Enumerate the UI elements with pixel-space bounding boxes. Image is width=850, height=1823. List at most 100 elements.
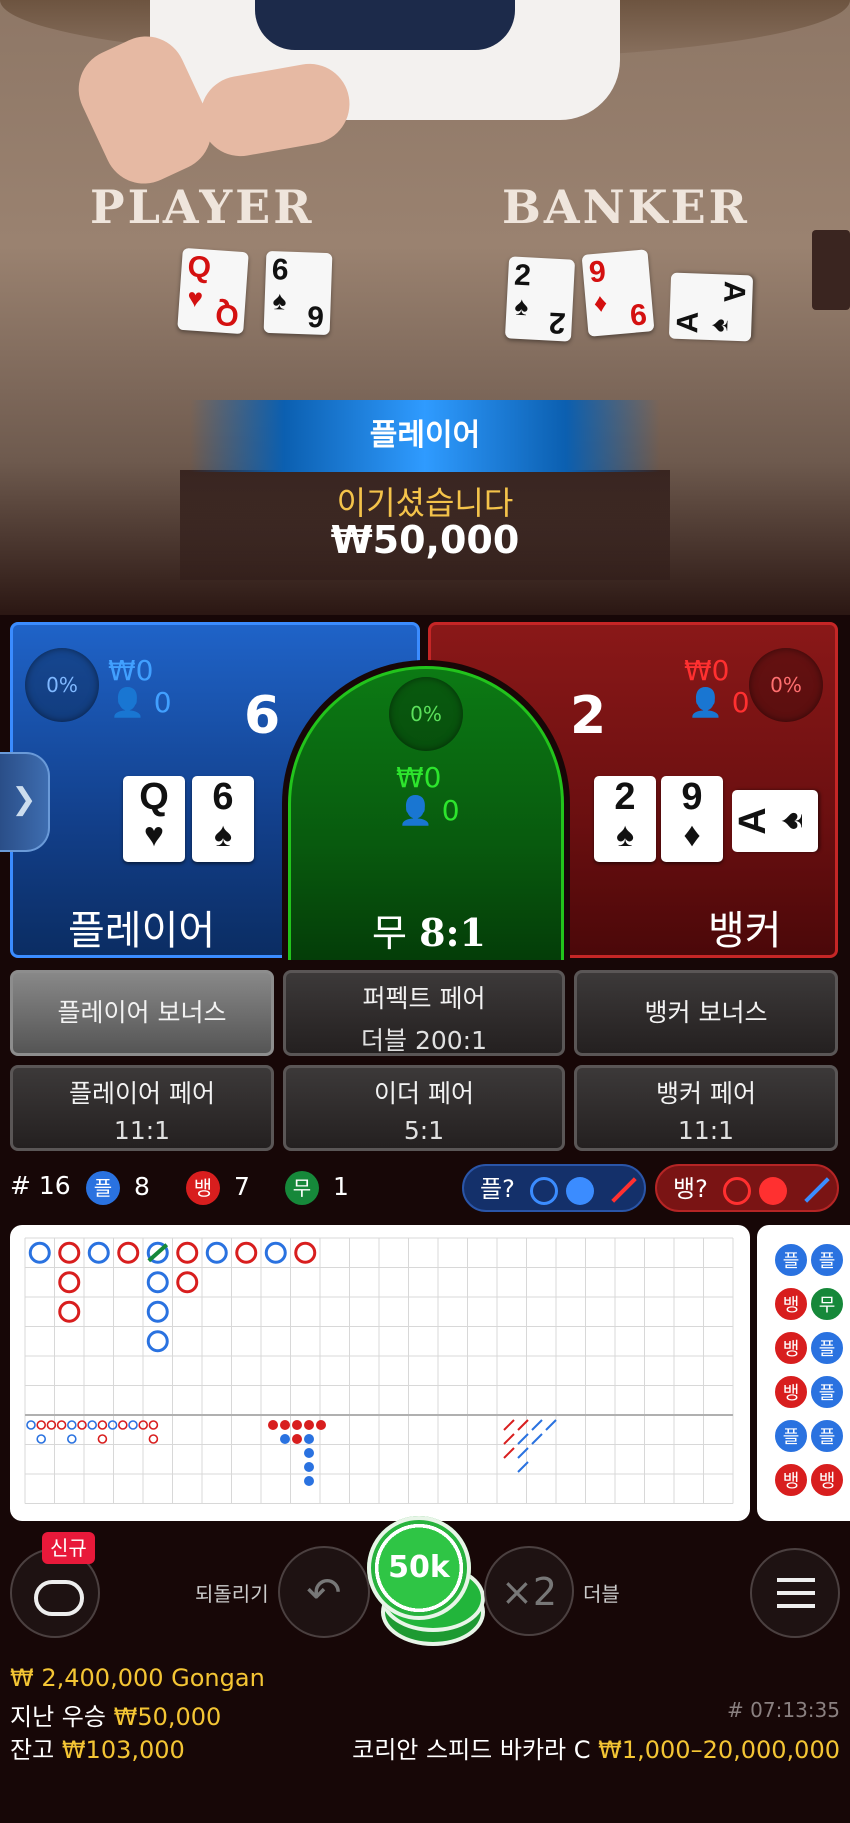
banker-pair-label: 뱅커 페어 <box>656 1079 756 1108</box>
selected-chip[interactable]: 50k <box>367 1516 471 1620</box>
card-face-text: 9 <box>587 255 608 290</box>
player-ask-button[interactable]: 플? <box>462 1164 646 1212</box>
chip-value: 50k <box>388 1550 450 1585</box>
player-pair-label: 플레이어 페어 <box>69 1079 215 1108</box>
big-road-mark <box>117 1241 140 1264</box>
big-eye-mark <box>97 1434 108 1444</box>
card-face-text: Q <box>186 250 213 285</box>
small-road-mark <box>304 1476 314 1486</box>
banker-bettors: 👤 0 <box>688 687 750 719</box>
player-count: 8 <box>133 1172 150 1201</box>
card-face-text: ♥ <box>186 282 204 314</box>
small-road-mark <box>316 1420 326 1430</box>
person-icon: 👤 <box>110 686 145 719</box>
blue-slash-icon <box>804 1177 830 1203</box>
big-eye-mark <box>148 1420 159 1430</box>
big-eye-mark <box>56 1420 67 1430</box>
card-rank: 6 <box>212 776 234 818</box>
big-road-mark <box>235 1241 258 1264</box>
player-bonus-label: 플레이어 보너스 <box>57 998 227 1027</box>
perfect-pair-button[interactable]: 퍼펙트 페어 더블 200:1 <box>283 970 565 1056</box>
person-icon: 👤 <box>398 794 433 827</box>
undo-label: 되돌리기 <box>195 1582 269 1606</box>
banker-pair-odds: 11:1 <box>677 1116 735 1145</box>
banker-bonus-label: 뱅커 보너스 <box>644 998 768 1027</box>
lobby-icon <box>34 1580 84 1616</box>
card-face-text: A <box>671 310 705 334</box>
double-icon: ×2 <box>500 1570 558 1614</box>
cockroach-mark <box>545 1419 557 1431</box>
card-face-text: 2 <box>513 258 532 293</box>
banker-card: 2 ♠ <box>594 776 656 862</box>
double-label: 더블 <box>583 1582 620 1606</box>
big-road-mark <box>58 1300 81 1323</box>
either-pair-button[interactable]: 이더 페어 5:1 <box>283 1065 565 1151</box>
round-id: # 07:13:35 <box>727 1698 840 1722</box>
cockroach-mark <box>503 1419 515 1431</box>
player-ask-label: 플? <box>480 1175 515 1203</box>
player-area-label: 플레이어 <box>68 908 216 954</box>
bead-label: 플 <box>819 1251 836 1272</box>
dealer-vest <box>255 0 515 50</box>
bead-label: 뱅 <box>783 1471 800 1492</box>
cockroach-mark <box>503 1447 515 1459</box>
bead-label: 뱅 <box>783 1295 800 1316</box>
expand-panel-button[interactable]: ❯ <box>0 752 50 852</box>
red-slash-icon <box>611 1177 637 1203</box>
player-bonus-button[interactable]: 플레이어 보너스 <box>10 970 274 1056</box>
banker-card: 9 ♦ <box>661 776 723 862</box>
undo-icon: ↶ <box>306 1568 342 1617</box>
banker-ask-button[interactable]: 뱅? <box>655 1164 839 1212</box>
last-win: 지난 우승 ₩50,000 <box>10 1697 221 1732</box>
big-road-mark <box>58 1241 81 1264</box>
cockroach-mark <box>531 1419 543 1431</box>
bead-road[interactable]: 플뱅뱅뱅플뱅플무플플플뱅 <box>757 1225 850 1521</box>
card-shoe <box>812 230 850 310</box>
card-face-text: 6 <box>271 253 290 287</box>
menu-button[interactable] <box>750 1548 840 1638</box>
big-road-mark <box>146 1300 169 1323</box>
player-percent: 0% <box>25 648 99 722</box>
big-road-mark <box>146 1330 169 1353</box>
tie-count: 1 <box>332 1172 349 1201</box>
player-bettors: 👤 0 <box>110 687 172 719</box>
bead-label: 뱅 <box>783 1339 800 1360</box>
double-button[interactable]: ×2 <box>484 1546 574 1636</box>
scoreboard-roads[interactable] <box>10 1225 750 1521</box>
last-win-label: 지난 우승 <box>10 1703 106 1731</box>
banker-bonus-button[interactable]: 뱅커 보너스 <box>574 970 838 1056</box>
hamburger-icon <box>777 1578 815 1582</box>
cockroach-mark <box>503 1433 515 1445</box>
bead-label: 플 <box>783 1427 800 1448</box>
banker-pair-button[interactable]: 뱅커 페어 11:1 <box>574 1065 838 1151</box>
bead-label: 플 <box>819 1427 836 1448</box>
undo-button[interactable]: ↶ <box>278 1546 370 1638</box>
banker-score: 2 <box>570 686 607 746</box>
tie-bettors: 👤 0 <box>398 795 460 827</box>
card-suit: ♥ <box>143 816 165 854</box>
table-limits: ₩1,000–20,000,000 <box>598 1736 840 1764</box>
big-eye-mark <box>36 1420 47 1430</box>
card-suit: ♠ <box>615 816 635 854</box>
tie-badge: 무 <box>285 1171 319 1205</box>
banker-bettor-count: 0 <box>731 686 750 719</box>
balance-label: 잔고 <box>10 1736 55 1764</box>
table-name: 코리안 스피드 바카라 C <box>352 1736 591 1764</box>
solid-blue-circle-icon <box>566 1177 594 1205</box>
round-number: # 16 <box>10 1171 71 1200</box>
card-rank: A <box>732 807 774 835</box>
banker-card: A ♠ <box>732 790 818 852</box>
card-face-text: 6 <box>306 299 325 333</box>
card-rank: 2 <box>614 776 636 818</box>
small-road-mark <box>304 1434 314 1444</box>
small-road-mark <box>304 1420 314 1430</box>
player-pair-button[interactable]: 플레이어 페어 11:1 <box>10 1065 274 1151</box>
banker-bet-total: ₩0 <box>684 654 730 687</box>
small-road-mark <box>292 1420 302 1430</box>
banker-ask-label: 뱅? <box>673 1175 708 1203</box>
big-eye-mark <box>66 1420 77 1430</box>
small-road-mark <box>292 1434 302 1444</box>
banker-dealt-card: 9 ♦ 9 <box>581 249 655 337</box>
chip-stack[interactable]: 50k <box>367 1516 485 1648</box>
player-pair-odds: 11:1 <box>113 1116 171 1145</box>
